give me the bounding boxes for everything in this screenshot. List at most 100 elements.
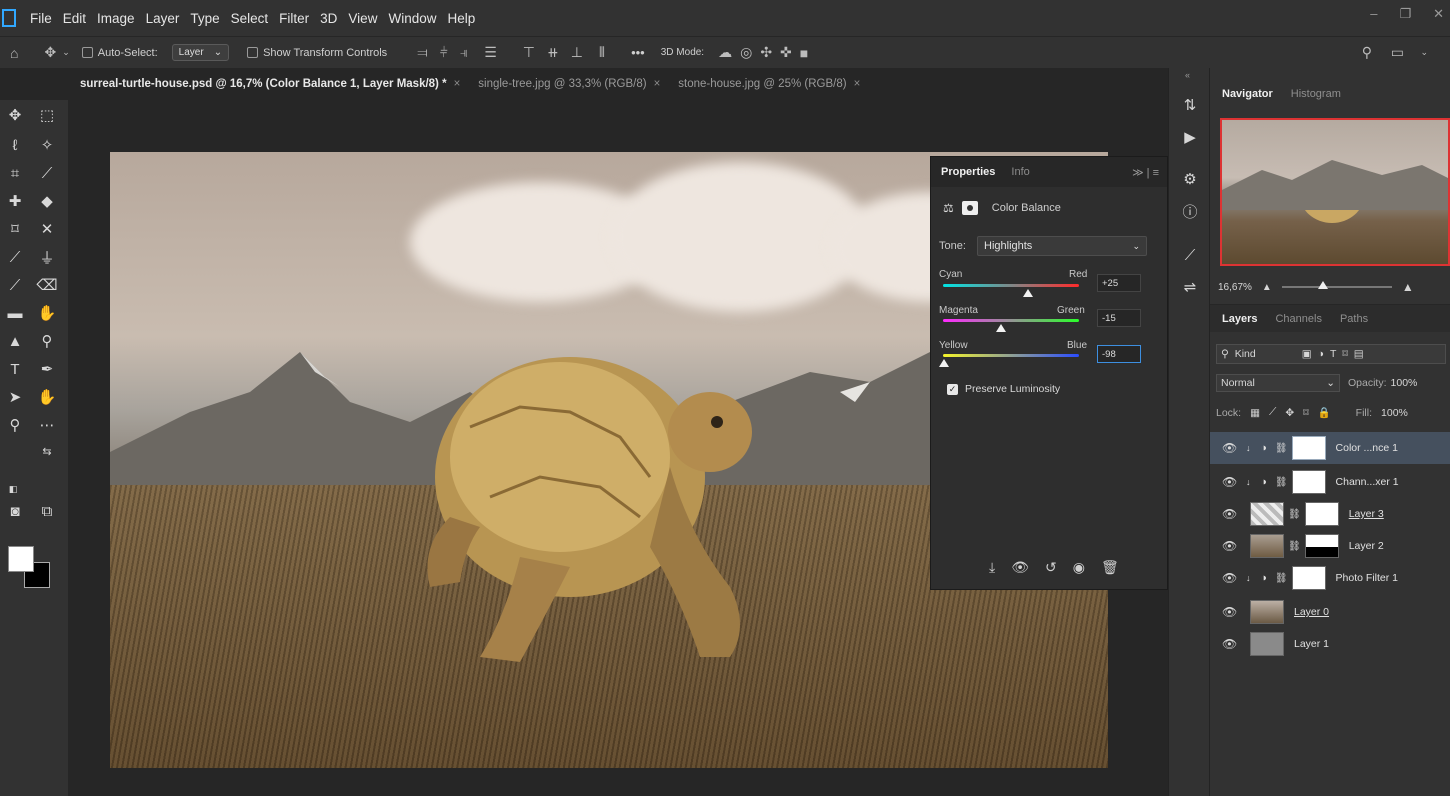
brush-settings-icon[interactable]: ⟋	[1179, 244, 1201, 266]
opacity-value[interactable]: 100%	[1391, 377, 1418, 389]
link-icon[interactable]: ⛓	[1288, 541, 1301, 552]
menu-layer[interactable]: Layer	[146, 11, 180, 26]
layer-name[interactable]: Layer 1	[1294, 638, 1329, 650]
zoom-slider-thumb[interactable]	[1317, 281, 1328, 289]
3d-scale-icon[interactable]: ■	[800, 45, 808, 61]
stamp-tool-icon[interactable]: ⏚	[36, 246, 58, 268]
eyedropper-icon[interactable]: ⟋	[36, 162, 58, 184]
tab-channels[interactable]: Channels	[1275, 313, 1321, 325]
view-previous-state-icon[interactable]: 👁	[1011, 559, 1029, 576]
layer-row-layer-1[interactable]: 👁 Layer 1	[1210, 628, 1450, 660]
hand-tool-icon[interactable]: ✋	[36, 386, 58, 408]
layer-thumbnail[interactable]	[1250, 534, 1284, 558]
align-center-icon[interactable]: ⫩	[440, 44, 448, 61]
auto-select-checkbox[interactable]: Auto-Select:	[81, 47, 158, 59]
move-tool-icon[interactable]: ✥	[4, 104, 26, 126]
layer-mask-thumbnail[interactable]	[1304, 534, 1339, 558]
distribute-icon[interactable]: ☰	[484, 44, 497, 61]
tab-navigator[interactable]: Navigator	[1222, 88, 1273, 100]
yellow-blue-value-field[interactable]: -98	[1097, 345, 1141, 363]
search-icon[interactable]: ⚲	[1362, 44, 1372, 61]
eraser-tool-icon[interactable]: ⌫	[36, 274, 58, 296]
align-middle-icon[interactable]: ⧺	[547, 44, 559, 61]
lock-paint-icon[interactable]: ⟋	[1269, 406, 1276, 419]
visibility-eye-icon[interactable]: 👁	[1222, 571, 1237, 585]
magenta-green-slider-thumb[interactable]	[995, 324, 1006, 332]
screen-mode-icon[interactable]: ⧉	[36, 500, 58, 522]
align-bottom-icon[interactable]: ⊥	[571, 44, 583, 61]
zoom-value[interactable]: 16,67%	[1218, 282, 1252, 293]
cyan-red-value-field[interactable]: +25	[1097, 274, 1141, 292]
layer-name[interactable]: Layer 0	[1294, 606, 1329, 618]
lock-all-icon[interactable]: 🔒	[1318, 406, 1331, 419]
home-icon[interactable]: ⌂	[10, 45, 18, 61]
lasso-tool-icon[interactable]: ℓ	[4, 134, 26, 156]
zoom-out-icon[interactable]: ▲	[1262, 282, 1272, 293]
magic-wand-icon[interactable]: ✧	[36, 134, 58, 156]
distribute-vertical-icon[interactable]: ⦀	[599, 44, 605, 61]
menu-file[interactable]: File	[30, 11, 52, 26]
layer-mask-icon[interactable]	[961, 201, 978, 215]
3d-slide-icon[interactable]: ✜	[780, 44, 792, 61]
visibility-eye-icon[interactable]: 👁	[1222, 637, 1237, 651]
history-brush-icon[interactable]: ⟋	[4, 274, 26, 296]
workspace-icon[interactable]: ▭	[1391, 44, 1404, 61]
more-tools-icon[interactable]: ⋯	[36, 414, 58, 436]
yellow-blue-slider-thumb[interactable]	[939, 359, 950, 367]
dodge-tool-icon[interactable]: ⚲	[36, 330, 58, 352]
swap-colors-icon[interactable]: ⇆	[36, 440, 58, 462]
menu-filter[interactable]: Filter	[279, 11, 309, 26]
layer-dropdown[interactable]: Layer ⌄	[171, 44, 230, 61]
tab-info[interactable]: Info	[1011, 166, 1029, 178]
align-top-icon[interactable]: ⊤	[523, 44, 535, 61]
menu-edit[interactable]: Edit	[63, 11, 86, 26]
cyan-red-slider[interactable]	[943, 284, 1079, 287]
zoom-in-icon[interactable]: ▲	[1402, 280, 1414, 294]
checkbox-checked-icon[interactable]: ✓	[947, 383, 958, 395]
layer-row-layer-2[interactable]: 👁 ⛓ Layer 2	[1210, 530, 1450, 562]
path-selection-icon[interactable]: ➤	[4, 386, 26, 408]
healing-brush-icon[interactable]: ✚	[4, 190, 26, 212]
align-right-icon[interactable]: ⫣	[460, 44, 468, 61]
smudge-tool-icon[interactable]: ✋	[36, 302, 58, 324]
menu-window[interactable]: Window	[388, 11, 436, 26]
brush-tool-icon[interactable]: ⟋	[4, 246, 26, 268]
close-tab-icon[interactable]: ×	[654, 78, 661, 90]
tab-surreal-turtle-house[interactable]: surreal-turtle-house.psd @ 16,7% (Color …	[80, 78, 460, 90]
menu-3d[interactable]: 3D	[320, 11, 337, 26]
menu-select[interactable]: Select	[231, 11, 269, 26]
visibility-eye-icon[interactable]: 👁	[1222, 441, 1237, 455]
info-icon[interactable]: ⓘ	[1179, 200, 1201, 222]
photoshop-logo-icon[interactable]	[2, 9, 16, 27]
frame-tool-icon[interactable]: ⌑	[4, 218, 26, 240]
quick-mask-icon[interactable]: ◙	[4, 500, 26, 522]
menu-help[interactable]: Help	[447, 11, 475, 26]
magenta-green-value-field[interactable]: -15	[1097, 309, 1141, 327]
reset-icon[interactable]: ↺	[1045, 559, 1057, 576]
toggle-visibility-icon[interactable]: ◉	[1073, 559, 1085, 576]
actions-play-icon[interactable]: ▶	[1179, 126, 1201, 148]
workspace-chevron-icon[interactable]: ⌄	[1420, 47, 1428, 58]
libraries-icon[interactable]: ⚙	[1179, 168, 1201, 190]
fill-value[interactable]: 100%	[1381, 407, 1408, 419]
lock-artboard-icon[interactable]: ⌑	[1303, 407, 1308, 419]
crop-tool-icon[interactable]: ⌗	[4, 162, 26, 184]
minimize-icon[interactable]: –	[1370, 6, 1377, 22]
chevron-down-icon[interactable]: ⌄	[62, 47, 70, 58]
menu-type[interactable]: Type	[190, 11, 219, 26]
layer-name[interactable]: Color ...nce 1	[1336, 442, 1398, 454]
3d-orbit-icon[interactable]: ☁	[718, 44, 732, 61]
link-icon[interactable]: ⛓	[1275, 477, 1288, 488]
layer-mask-thumbnail[interactable]	[1291, 470, 1326, 494]
align-left-icon[interactable]: ⫤	[417, 44, 428, 61]
sharpen-tool-icon[interactable]: ▲	[4, 330, 26, 352]
layer-name[interactable]: Layer 2	[1349, 540, 1384, 552]
preserve-luminosity[interactable]: ✓ Preserve Luminosity	[947, 383, 1060, 395]
show-transform-checkbox[interactable]: Show Transform Controls	[247, 47, 387, 59]
yellow-blue-slider[interactable]	[943, 354, 1079, 357]
navigator-thumbnail[interactable]	[1220, 118, 1450, 266]
lock-position-icon[interactable]: ✥	[1285, 407, 1294, 419]
layer-mask-thumbnail[interactable]	[1291, 566, 1326, 590]
close-window-icon[interactable]: ✕	[1433, 6, 1444, 22]
balance-scale-icon[interactable]: ⚖	[943, 201, 954, 215]
